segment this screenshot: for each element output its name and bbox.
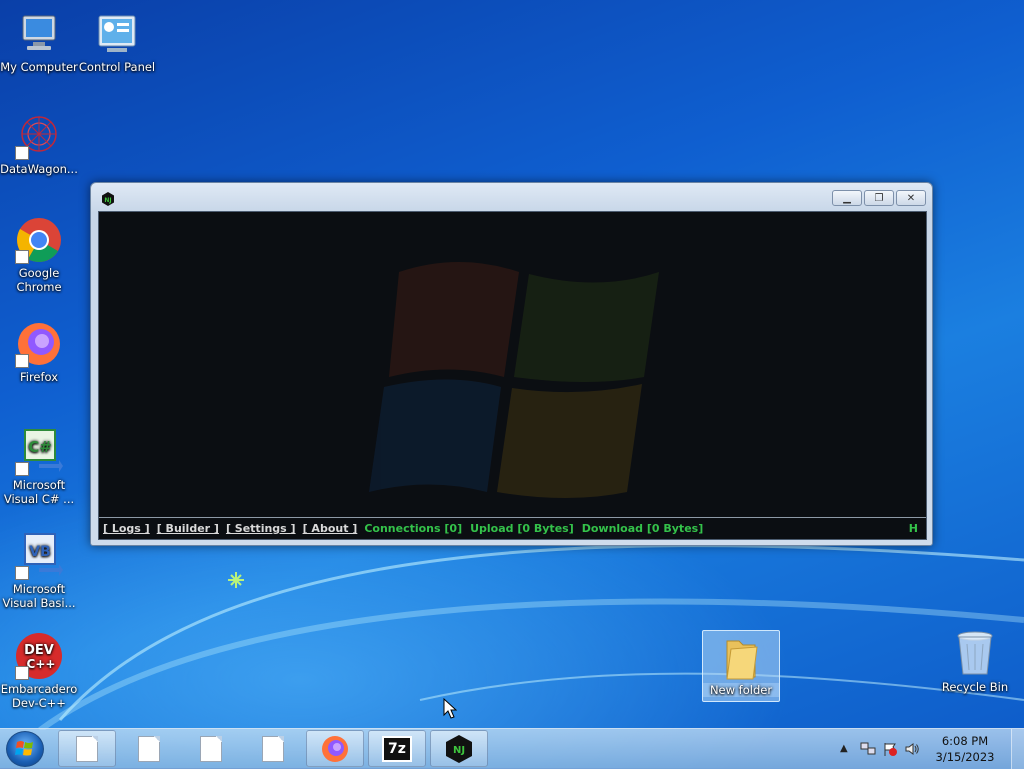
njrat-client-area: [ Logs ] [ Builder ] [ Settings ] [ Abou… <box>98 211 927 540</box>
action-center-flag-icon[interactable] <box>882 741 898 757</box>
firefox-icon <box>322 735 348 762</box>
shortcut-arrow-icon <box>15 462 29 476</box>
logs-link[interactable]: [ Logs ] <box>103 522 150 535</box>
volume-icon[interactable] <box>904 741 920 757</box>
njrat-window[interactable]: NJ ▁ ❐ ✕ [ Logs ] [ Builder ] [ Settings… <box>90 182 933 546</box>
desktop-icon-visual-basic[interactable]: VB Microsoft Visual Basi... <box>0 532 78 610</box>
restore-icon: ❐ <box>874 192 884 204</box>
upload-stat: Upload [0 Bytes] <box>470 522 574 535</box>
njrat-icon: NJ <box>446 734 472 763</box>
datawagon-icon <box>15 112 63 160</box>
visual-csharp-icon: C# <box>15 428 63 476</box>
desktop-icon-label: Microsoft Visual Basi... <box>2 582 76 610</box>
close-button[interactable]: ✕ <box>896 190 926 206</box>
builder-link[interactable]: [ Builder ] <box>157 522 219 535</box>
window-controls: ▁ ❐ ✕ <box>832 190 926 206</box>
svg-text:NJ: NJ <box>104 197 111 204</box>
taskbar-button-firefox[interactable] <box>306 730 364 767</box>
desktop-icon-control-panel[interactable]: Control Panel <box>78 10 156 74</box>
7zip-icon: 7z <box>382 735 412 762</box>
clock-time: 6:08 PM <box>941 734 989 748</box>
njrat-status-bar: [ Logs ] [ Builder ] [ Settings ] [ Abou… <box>99 517 926 539</box>
dev-cpp-icon: DEV C++ <box>15 632 63 680</box>
visual-basic-icon: VB <box>15 532 63 580</box>
taskbar-button-7zip[interactable]: 7z <box>368 730 426 767</box>
document-icon <box>262 735 284 762</box>
shortcut-arrow-icon <box>15 146 29 160</box>
desktop-icon-label: Google Chrome <box>16 266 62 294</box>
minimize-icon: ▁ <box>843 192 851 204</box>
desktop-icon-new-folder[interactable]: New folder <box>702 630 780 702</box>
network-icon[interactable] <box>860 741 876 757</box>
system-tray: ▲ 6:08 PM 3/15/2023 <box>834 729 1024 769</box>
windows-logo-icon <box>15 741 33 756</box>
desktop-icon-visual-csharp[interactable]: C# Microsoft Visual C# ... <box>0 428 78 506</box>
show-hidden-icons-button[interactable]: ▲ <box>840 741 856 757</box>
njrat-icon: NJ <box>101 192 115 206</box>
computer-icon <box>15 10 63 58</box>
document-icon <box>76 735 98 762</box>
show-desktop-button[interactable] <box>1011 729 1024 769</box>
desktop-icon-label: New folder <box>709 683 773 697</box>
document-icon <box>200 735 222 762</box>
desktop-icon-label: Firefox <box>19 370 59 384</box>
svg-text:C#: C# <box>28 438 52 456</box>
desktop-icon-label: Embarcadero Dev-C++ <box>0 682 78 710</box>
close-icon: ✕ <box>906 192 916 204</box>
desktop-icon-label: My Computer <box>0 60 78 74</box>
desktop-icon-recycle-bin[interactable]: Recycle Bin <box>936 630 1014 694</box>
shortcut-arrow-icon <box>15 566 29 580</box>
firefox-icon <box>15 320 63 368</box>
7zip-label: 7z <box>388 740 406 757</box>
document-icon <box>138 735 160 762</box>
minimize-button[interactable]: ▁ <box>832 190 862 206</box>
desktop-icon-label: Control Panel <box>78 60 156 74</box>
desktop-icon-my-computer[interactable]: My Computer <box>0 10 78 74</box>
shortcut-arrow-icon <box>15 250 29 264</box>
chrome-icon <box>15 216 63 264</box>
settings-link[interactable]: [ Settings ] <box>226 522 296 535</box>
taskbar: 7z NJ ▲ 6:08 PM 3/15/2023 <box>0 728 1024 769</box>
maximize-button[interactable]: ❐ <box>864 190 894 206</box>
folder-icon <box>717 633 765 681</box>
mouse-cursor-icon <box>443 698 457 719</box>
taskbar-button-document[interactable] <box>58 730 116 767</box>
shortcut-arrow-icon <box>15 354 29 368</box>
desktop-icon-datawagon[interactable]: DataWagon... <box>0 112 78 176</box>
svg-text:C++: C++ <box>27 657 56 671</box>
taskbar-button-document[interactable] <box>182 730 240 767</box>
clock-date: 3/15/2023 <box>935 750 995 764</box>
desktop-icon-label: Microsoft Visual C# ... <box>3 478 75 506</box>
desktop-icon-label: DataWagon... <box>0 162 78 176</box>
download-stat: Download [0 Bytes] <box>581 522 704 535</box>
desktop-icon-firefox[interactable]: Firefox <box>0 320 78 384</box>
taskbar-button-document[interactable] <box>120 730 178 767</box>
desktop-icon-dev-cpp[interactable]: DEV C++ Embarcadero Dev-C++ <box>0 632 78 710</box>
control-panel-icon <box>93 10 141 58</box>
connections-list-area[interactable] <box>99 212 926 517</box>
njrat-label: NJ <box>453 745 465 756</box>
taskbar-button-document[interactable] <box>244 730 302 767</box>
start-button[interactable] <box>6 731 44 767</box>
about-link[interactable]: [ About ] <box>303 522 358 535</box>
hide-toggle[interactable]: H <box>909 522 918 535</box>
svg-text:DEV: DEV <box>24 643 54 658</box>
desktop-icon-google-chrome[interactable]: Google Chrome <box>0 216 78 294</box>
taskbar-button-njrat[interactable]: NJ <box>430 730 488 767</box>
recycle-bin-icon <box>951 630 999 678</box>
shortcut-arrow-icon <box>15 666 29 680</box>
desktop-icon-label: Recycle Bin <box>941 680 1009 694</box>
connections-count: Connections [0] <box>364 522 463 535</box>
clock[interactable]: 6:08 PM 3/15/2023 <box>930 733 1000 765</box>
svg-text:VB: VB <box>29 544 51 560</box>
